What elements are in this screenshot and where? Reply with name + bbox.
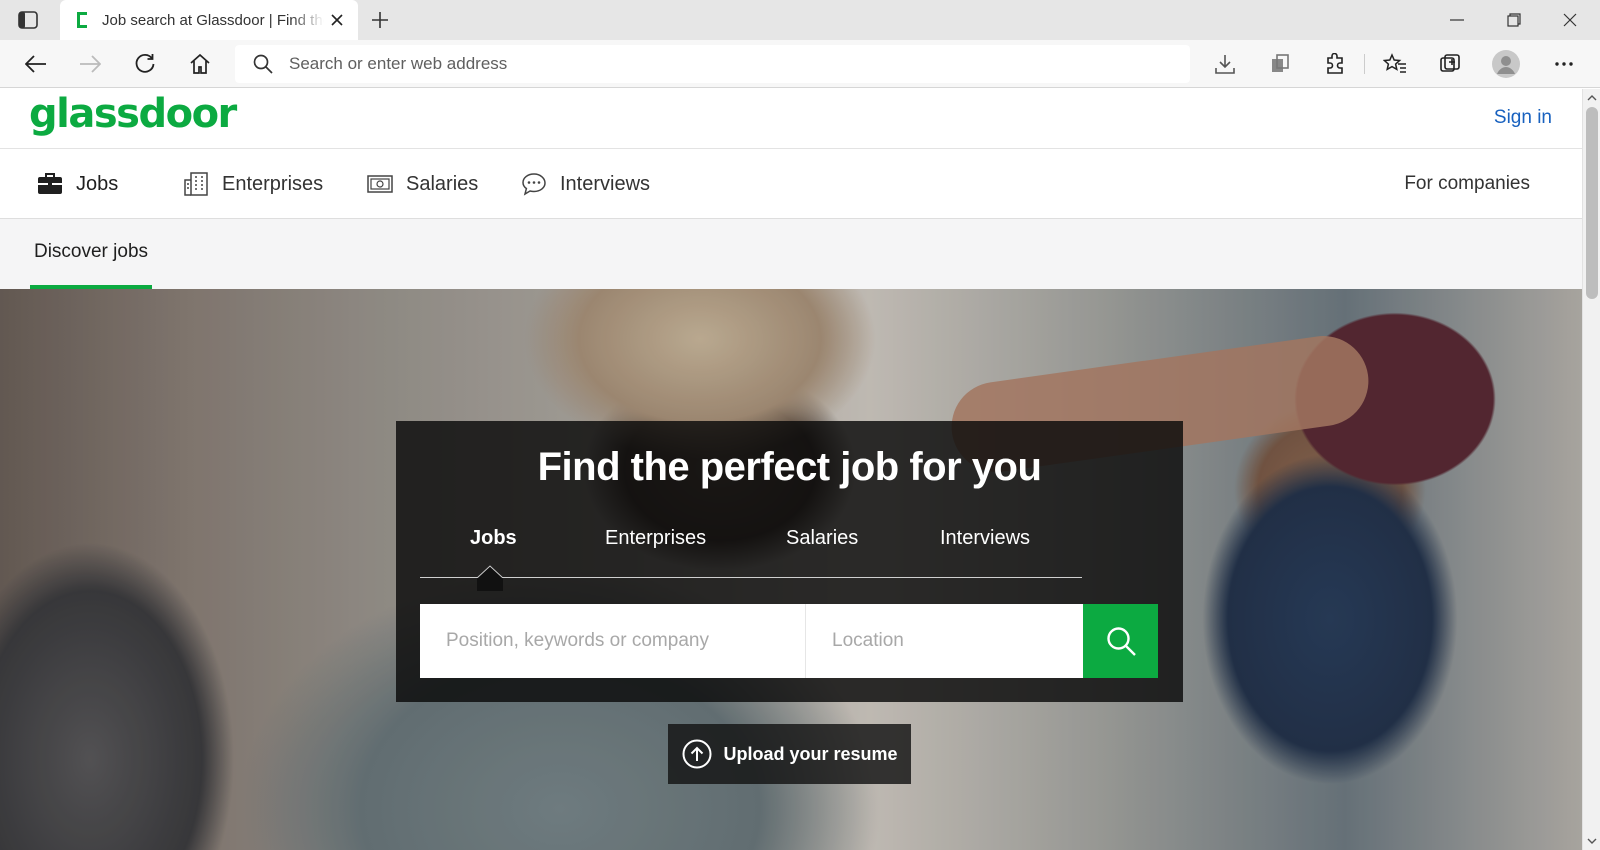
- search-button[interactable]: [1083, 604, 1158, 678]
- puzzle-icon[interactable]: [1321, 50, 1349, 78]
- nav-label: Enterprises: [222, 172, 324, 195]
- browser-tab-strip: Job search at Glassdoor | Find the: [0, 0, 1600, 40]
- minimize-icon[interactable]: [1445, 8, 1469, 32]
- back-arrow-icon[interactable]: [22, 50, 50, 78]
- glassdoor-logo[interactable]: glassdoor: [29, 91, 237, 137]
- briefcase-icon: [36, 170, 64, 198]
- search-icon: [253, 54, 273, 74]
- tab-title: Job search at Glassdoor | Find the: [102, 11, 324, 29]
- glassdoor-favicon: [74, 10, 90, 30]
- scroll-up-icon[interactable]: [1587, 93, 1597, 103]
- main-nav: Jobs Enterprises Salaries Interviews For…: [0, 149, 1582, 219]
- site-header: glassdoor Sign in: [0, 89, 1582, 149]
- nav-item-jobs[interactable]: Jobs: [36, 149, 118, 219]
- nav-label: Jobs: [76, 172, 119, 195]
- plus-icon[interactable]: [368, 8, 392, 32]
- money-icon: [366, 170, 394, 198]
- window-close-icon[interactable]: [1558, 8, 1582, 32]
- search-icon: [1106, 627, 1136, 656]
- nav-item-interviews[interactable]: Interviews: [520, 149, 650, 219]
- job-search-form: [420, 604, 1158, 678]
- search-tab-jobs[interactable]: Jobs: [470, 527, 517, 550]
- search-tabs-divider: [420, 577, 1082, 578]
- search-tabs: Jobs Enterprises Salaries Interviews: [420, 521, 1082, 591]
- forward-arrow-icon[interactable]: [76, 50, 104, 78]
- collections-icon[interactable]: [1436, 50, 1464, 78]
- nav-item-enterprises[interactable]: Enterprises: [182, 149, 323, 219]
- sub-nav: Discover jobs: [0, 219, 1582, 289]
- close-icon[interactable]: [328, 11, 346, 29]
- sign-in-link[interactable]: Sign in: [1494, 107, 1552, 129]
- avatar-icon[interactable]: [1492, 50, 1520, 78]
- page-scrollbar[interactable]: [1582, 89, 1600, 850]
- address-input[interactable]: [289, 54, 1149, 74]
- upload-label: Upload your resume: [723, 743, 898, 764]
- toolbar-divider: [1364, 54, 1365, 74]
- favorites-icon[interactable]: [1381, 50, 1409, 78]
- location-input[interactable]: [806, 604, 1083, 678]
- copy-icon[interactable]: [1266, 50, 1294, 78]
- restore-icon[interactable]: [1502, 8, 1526, 32]
- for-companies-link[interactable]: For companies: [1404, 173, 1530, 195]
- hero-title: Find the perfect job for you: [537, 445, 1042, 489]
- tab-discover-jobs[interactable]: Discover jobs: [30, 219, 152, 289]
- browser-tab[interactable]: Job search at Glassdoor | Find the: [60, 0, 358, 40]
- address-bar[interactable]: [235, 45, 1190, 83]
- upload-resume-button[interactable]: Upload your resume: [668, 724, 911, 784]
- search-panel: Find the perfect job for you Jobs Enterp…: [396, 421, 1183, 702]
- home-icon[interactable]: [186, 50, 214, 78]
- nav-label: Interviews: [560, 172, 651, 195]
- refresh-icon[interactable]: [131, 50, 159, 78]
- search-tab-interviews[interactable]: Interviews: [940, 527, 1030, 550]
- building-icon: [182, 170, 210, 198]
- scroll-down-icon[interactable]: [1587, 836, 1597, 846]
- more-icon[interactable]: [1550, 50, 1578, 78]
- hero-banner: Find the perfect job for you Jobs Enterp…: [0, 289, 1582, 850]
- keyword-input[interactable]: [420, 604, 806, 678]
- search-tab-enterprises[interactable]: Enterprises: [605, 527, 706, 550]
- download-icon[interactable]: [1211, 50, 1239, 78]
- upload-arrow-icon: [681, 738, 713, 770]
- nav-item-salaries[interactable]: Salaries: [366, 149, 478, 219]
- active-tab-indicator: [477, 565, 503, 591]
- chat-bubbles-icon: [520, 170, 548, 198]
- scrollbar-thumb[interactable]: [1586, 107, 1598, 299]
- nav-label: Salaries: [406, 172, 479, 195]
- search-tab-salaries[interactable]: Salaries: [786, 527, 858, 550]
- tab-actions-icon[interactable]: [14, 9, 42, 31]
- browser-toolbar: [0, 40, 1600, 88]
